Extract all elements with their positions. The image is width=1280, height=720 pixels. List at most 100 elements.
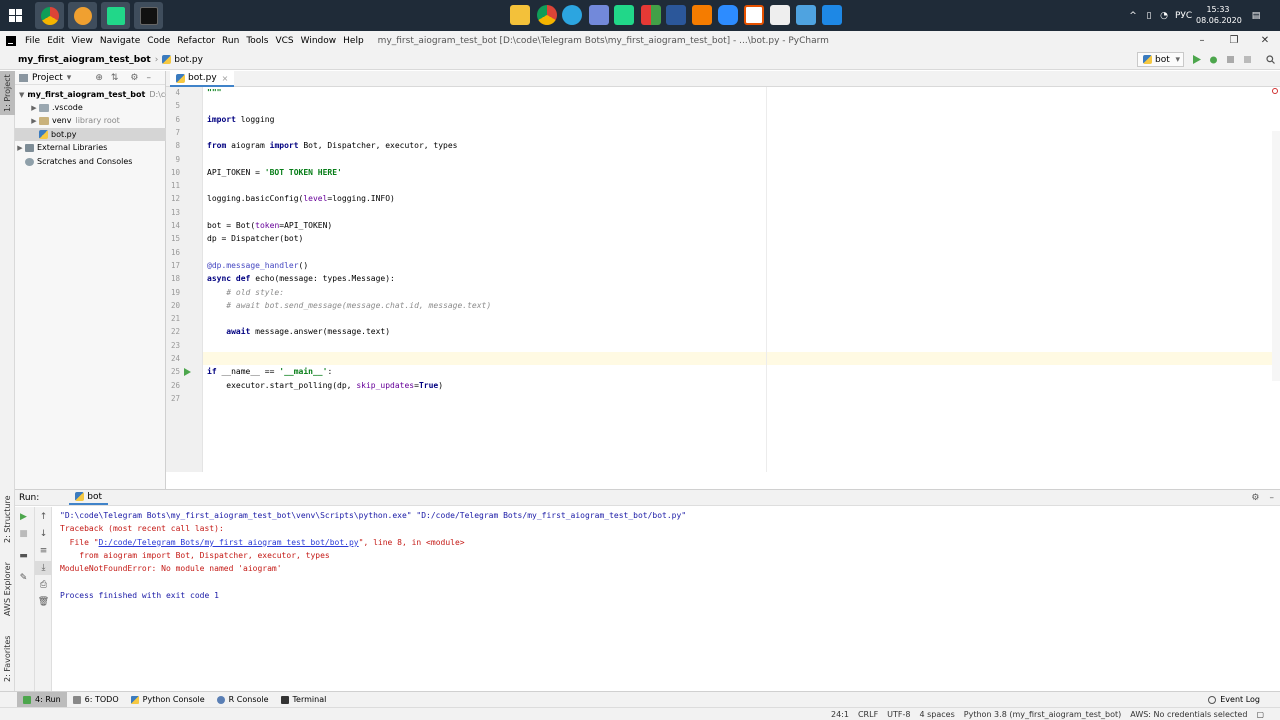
close-window-button[interactable]: ✕ xyxy=(1248,31,1280,50)
status-indent[interactable]: 4 spaces xyxy=(920,710,955,719)
collapse-all-icon[interactable]: ⇅ xyxy=(111,73,119,83)
minimize-button[interactable]: – xyxy=(1185,31,1219,50)
scroll-up-icon[interactable]: ↑ xyxy=(35,510,52,524)
code-line[interactable]: executor.start_polling(dp, skip_updates=… xyxy=(207,379,443,392)
menu-run[interactable]: Run xyxy=(219,36,242,46)
word-icon[interactable] xyxy=(666,5,686,25)
tool-window-event-log[interactable]: Event Log xyxy=(1202,692,1266,708)
coverage-icon[interactable] xyxy=(1226,55,1235,64)
settings-app-icon[interactable] xyxy=(822,5,842,25)
tool-window-run[interactable]: 4: Run xyxy=(17,691,67,708)
tree-item-project-root[interactable]: ▼ my_first_aiogram_test_bot D:\cod xyxy=(15,88,166,101)
code-line[interactable]: """ xyxy=(207,86,221,99)
code-line[interactable]: logging.basicConfig(level=logging.INFO) xyxy=(207,192,395,205)
zoom-icon[interactable] xyxy=(718,5,738,25)
debug-icon[interactable] xyxy=(1209,55,1218,64)
status-interpreter[interactable]: Python 3.8 (my_first_aiogram_test_bot) xyxy=(964,710,1122,719)
trash-icon[interactable]: 🗑 xyxy=(35,595,52,609)
menu-view[interactable]: View xyxy=(69,36,96,46)
code-line[interactable]: import logging xyxy=(207,113,274,126)
windows-start-icon[interactable] xyxy=(6,0,24,31)
rerun-icon[interactable]: ▶ xyxy=(15,510,32,524)
hide-panel-icon[interactable]: – xyxy=(147,73,152,83)
window-app-icon[interactable] xyxy=(796,5,816,25)
run-tab-bot[interactable]: bot xyxy=(69,490,109,505)
run-gutter-icon[interactable] xyxy=(184,368,191,376)
editor-scrollbar[interactable] xyxy=(1272,131,1280,381)
pycharm-taskbar-icon[interactable] xyxy=(101,2,130,29)
chevron-down-icon[interactable]: ▼ xyxy=(19,91,24,99)
menu-help[interactable]: Help xyxy=(340,36,367,46)
close-tab-icon[interactable]: × xyxy=(222,74,229,83)
notifications-icon[interactable]: ▢ xyxy=(1256,710,1264,719)
menu-refactor[interactable]: Refactor xyxy=(174,36,218,46)
chevron-right-icon[interactable]: ▶ xyxy=(29,104,39,112)
code-line[interactable]: async def echo(message: types.Message): xyxy=(207,272,395,285)
print-icon[interactable]: ⎙ xyxy=(35,578,52,592)
status-line-separator[interactable]: CRLF xyxy=(858,710,878,719)
discord-icon[interactable] xyxy=(589,5,609,25)
code-line[interactable]: dp = Dispatcher(bot) xyxy=(207,232,303,245)
menu-navigate[interactable]: Navigate xyxy=(97,36,143,46)
status-encoding[interactable]: UTF-8 xyxy=(887,710,910,719)
chrome-icon[interactable] xyxy=(537,5,557,25)
file-explorer-icon[interactable] xyxy=(510,5,530,25)
chevron-right-icon[interactable]: ▶ xyxy=(29,117,39,125)
tool-window-todo[interactable]: 6: TODO xyxy=(67,692,125,708)
scroll-to-end-icon[interactable]: ⤓ xyxy=(35,561,52,575)
tool-tab-structure[interactable]: 2: Structure xyxy=(0,491,15,547)
tree-item-venv[interactable]: ▶ venv library root xyxy=(15,114,166,127)
code-line[interactable]: bot = Bot(token=API_TOKEN) xyxy=(207,219,332,232)
tool-window-r-console[interactable]: R Console xyxy=(211,692,275,708)
notifications-icon[interactable]: ▤ xyxy=(1249,0,1263,31)
tree-item-bot-py[interactable]: bot.py xyxy=(15,128,166,141)
language-indicator[interactable]: РУС xyxy=(1175,0,1195,31)
scroll-down-icon[interactable]: ↓ xyxy=(35,527,52,541)
wifi-icon[interactable]: ◔ xyxy=(1158,0,1170,31)
tree-item-vscode[interactable]: ▶ .vscode xyxy=(15,101,166,114)
run-console-output[interactable]: "D:\code\Telegram Bots\my_first_aiogram_… xyxy=(53,507,1280,691)
chrome-taskbar-icon[interactable] xyxy=(35,2,64,29)
code-line[interactable]: # old style: xyxy=(207,286,284,299)
stop-icon[interactable]: ■ xyxy=(15,527,32,541)
stop-icon[interactable] xyxy=(1243,55,1252,64)
tool-tab-favorites[interactable]: 2: Favorites xyxy=(0,631,15,687)
menu-tools[interactable]: Tools xyxy=(243,36,271,46)
breadcrumb-file[interactable]: bot.py xyxy=(162,55,203,65)
menu-file[interactable]: File xyxy=(22,36,43,46)
status-aws-credentials[interactable]: AWS: No credentials selected xyxy=(1130,710,1247,719)
restore-layout-icon[interactable]: ▬ xyxy=(15,549,32,563)
tray-chevron-icon[interactable]: ^ xyxy=(1128,0,1138,31)
tool-tab-project[interactable]: 1: Project xyxy=(0,71,15,115)
code-line[interactable]: # await bot.send_message(message.chat.id… xyxy=(207,299,491,312)
app-icon[interactable] xyxy=(641,5,661,25)
gear-icon[interactable]: ⚙ xyxy=(1251,493,1259,503)
pin-tab-icon[interactable]: ✎ xyxy=(15,571,32,585)
maximize-button[interactable]: ❐ xyxy=(1217,31,1251,50)
hide-panel-icon[interactable]: – xyxy=(1270,493,1275,503)
editor-tab-bot-py[interactable]: bot.py × xyxy=(170,71,235,87)
tablet-icon[interactable]: ▯ xyxy=(1143,0,1155,31)
soft-wrap-icon[interactable]: ≡ xyxy=(35,544,52,558)
status-caret-position[interactable]: 24:1 xyxy=(831,710,849,719)
menu-code[interactable]: Code xyxy=(144,36,173,46)
error-indicator-icon[interactable] xyxy=(1272,88,1278,94)
pycharm-icon[interactable] xyxy=(614,5,634,25)
project-panel-title[interactable]: Project xyxy=(32,73,63,83)
tool-tab-aws-explorer[interactable]: AWS Explorer xyxy=(0,556,15,622)
sublime-icon[interactable] xyxy=(692,5,712,25)
console-file-link[interactable]: D:/code/Telegram Bots/my_first_aiogram_t… xyxy=(99,538,359,547)
tree-item-scratches[interactable]: Scratches and Consoles xyxy=(15,155,166,168)
menu-edit[interactable]: Edit xyxy=(44,36,67,46)
document-app-icon[interactable] xyxy=(744,5,764,25)
clock[interactable]: 15:33 08.06.2020 xyxy=(1196,4,1242,26)
run-icon[interactable] xyxy=(1192,55,1201,64)
code-line[interactable]: await message.answer(message.text) xyxy=(207,325,390,338)
tool-window-python-console[interactable]: Python Console xyxy=(125,692,211,708)
gear-icon[interactable]: ⚙ xyxy=(130,73,138,83)
locate-icon[interactable]: ⊕ xyxy=(95,73,103,83)
inkscape-icon[interactable] xyxy=(770,5,790,25)
chevron-right-icon[interactable]: ▶ xyxy=(15,144,25,152)
run-configuration-select[interactable]: bot ▾ xyxy=(1137,52,1184,67)
menu-vcs[interactable]: VCS xyxy=(272,36,296,46)
